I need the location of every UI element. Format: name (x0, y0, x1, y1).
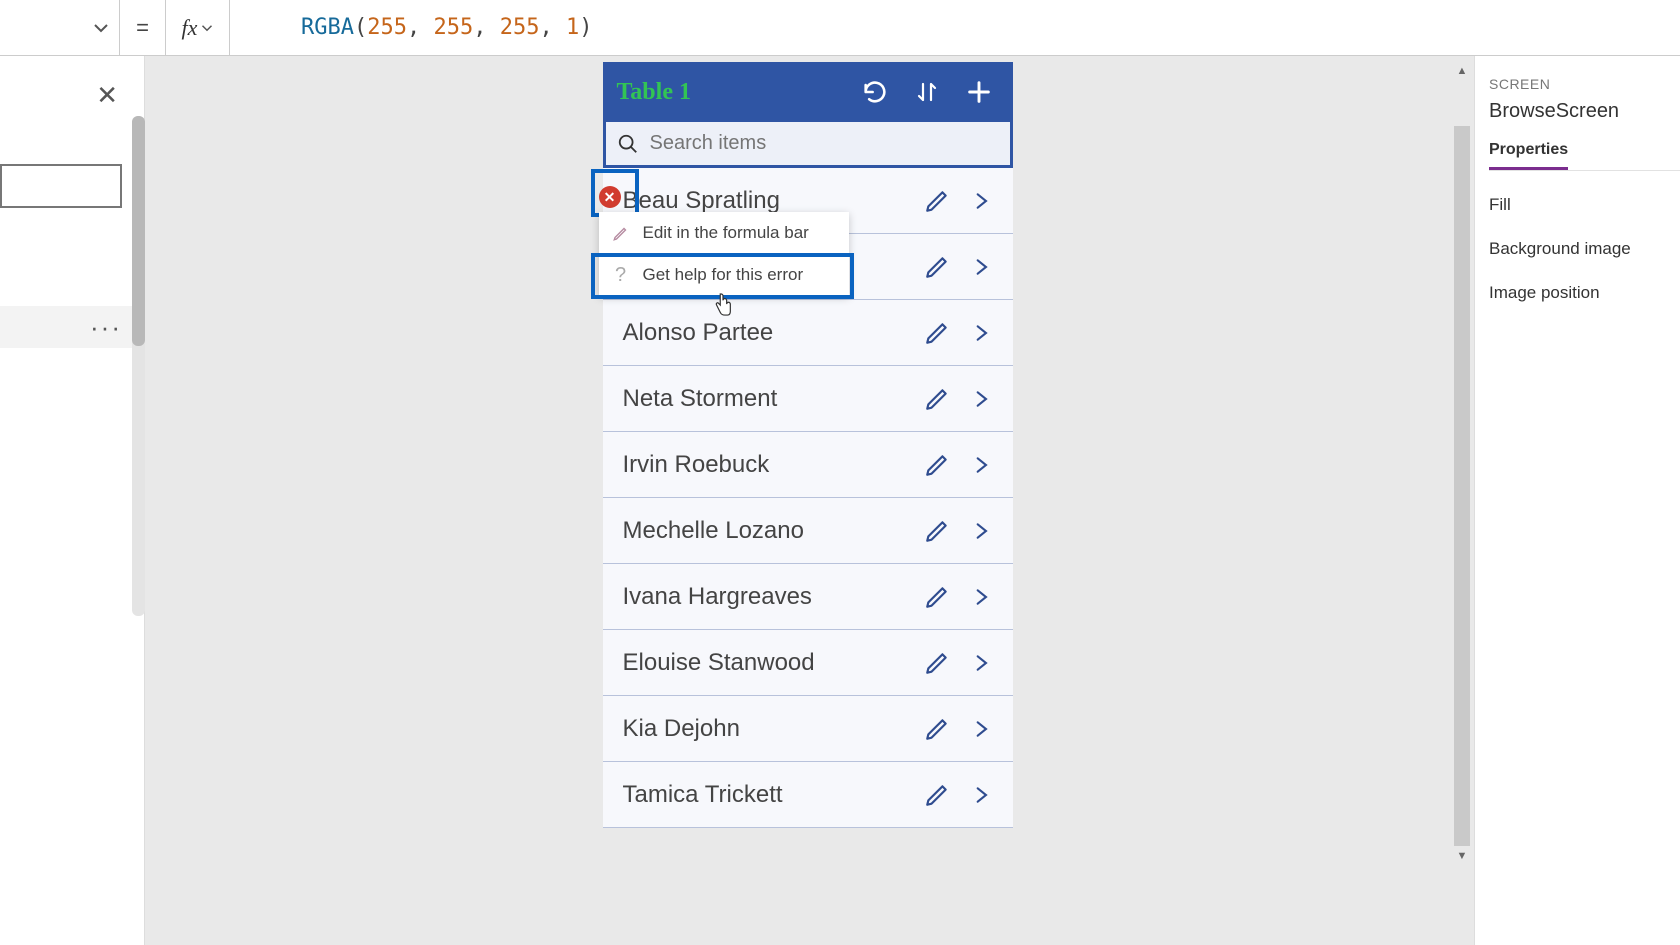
list-item-name: Tamica Trickett (623, 781, 915, 809)
list-item[interactable]: Alonso Partee (603, 300, 1013, 366)
prop-image-position[interactable]: Image position (1489, 283, 1680, 303)
search-input[interactable] (650, 132, 1010, 155)
list-item-name: Ivana Hargreaves (623, 583, 915, 611)
properties-panel: SCREEN BrowseScreen Properties Fill Back… (1474, 56, 1680, 945)
list-item-name: Alonso Partee (623, 319, 915, 347)
list-item-name: Elouise Stanwood (623, 649, 915, 677)
menu-edit-formula[interactable]: Edit in the formula bar (599, 212, 849, 254)
chevron-right-icon[interactable] (959, 311, 1003, 355)
chevron-right-icon[interactable] (959, 773, 1003, 817)
edit-icon[interactable] (915, 377, 959, 421)
edit-icon[interactable] (915, 707, 959, 751)
tree-view-panel: ✕ ··· (0, 56, 145, 945)
edit-icon[interactable] (915, 179, 959, 223)
error-context-menu: Edit in the formula bar ? Get help for t… (599, 212, 849, 296)
chevron-down-icon (201, 22, 213, 34)
equals-label: = (120, 0, 166, 56)
fx-button[interactable]: fx (166, 0, 230, 56)
sort-icon[interactable] (907, 72, 947, 112)
list-item[interactable]: Elouise Stanwood (603, 630, 1013, 696)
prop-background-image[interactable]: Background image (1489, 239, 1680, 259)
app-header: Table 1 (603, 62, 1013, 122)
canvas-area: ▲ ▼ Table 1 (145, 56, 1474, 945)
category-label: SCREEN (1489, 76, 1680, 92)
list-item-name: Irvin Roebuck (623, 451, 915, 479)
pencil-icon (611, 223, 631, 243)
scrollbar[interactable] (1454, 126, 1470, 846)
chevron-right-icon[interactable] (959, 707, 1003, 751)
scroll-up-icon[interactable]: ▲ (1454, 62, 1470, 80)
list-item[interactable]: Tamica Trickett (603, 762, 1013, 828)
search-icon (606, 133, 650, 155)
chevron-right-icon[interactable] (959, 377, 1003, 421)
edit-icon[interactable] (915, 641, 959, 685)
edit-icon[interactable] (915, 245, 959, 289)
list-item-name: Neta Storment (623, 385, 915, 413)
chevron-right-icon[interactable] (959, 641, 1003, 685)
list-item[interactable]: Mechelle Lozano (603, 498, 1013, 564)
app-title: Table 1 (617, 79, 843, 106)
question-icon: ? (611, 265, 631, 285)
close-icon[interactable]: ✕ (96, 80, 118, 111)
chevron-right-icon[interactable] (959, 443, 1003, 487)
more-icon[interactable]: ··· (90, 312, 122, 343)
chevron-right-icon[interactable] (959, 179, 1003, 223)
tab-properties[interactable]: Properties (1489, 141, 1568, 170)
chevron-right-icon[interactable] (959, 575, 1003, 619)
chevron-right-icon[interactable] (959, 509, 1003, 553)
property-dropdown[interactable] (0, 0, 120, 56)
error-badge-icon[interactable]: ✕ (599, 186, 621, 208)
list-item[interactable]: Kia Dejohn (603, 696, 1013, 762)
fx-label: fx (182, 15, 198, 41)
edit-icon[interactable] (915, 443, 959, 487)
tree-search-input[interactable] (0, 164, 122, 208)
prop-fill[interactable]: Fill (1489, 195, 1680, 215)
menu-item-label: Edit in the formula bar (643, 223, 809, 243)
edit-icon[interactable] (915, 311, 959, 355)
chevron-down-icon (93, 20, 109, 36)
menu-item-label: Get help for this error (643, 265, 804, 285)
list-item[interactable]: Ivana Hargreaves (603, 564, 1013, 630)
scrollbar[interactable] (132, 116, 145, 616)
edit-icon[interactable] (915, 773, 959, 817)
app-preview: Table 1 Beau S (375, 62, 1245, 916)
menu-get-help[interactable]: ? Get help for this error (599, 254, 849, 296)
list-item-name: Kia Dejohn (623, 715, 915, 743)
tree-item[interactable]: ··· (0, 306, 140, 348)
edit-icon[interactable] (915, 509, 959, 553)
scroll-down-icon[interactable]: ▼ (1454, 847, 1470, 865)
list-item[interactable]: Neta Storment (603, 366, 1013, 432)
refresh-icon[interactable] (855, 72, 895, 112)
chevron-right-icon[interactable] (959, 245, 1003, 289)
search-box[interactable] (603, 122, 1013, 168)
add-icon[interactable] (959, 72, 999, 112)
list-item[interactable]: Irvin Roebuck (603, 432, 1013, 498)
edit-icon[interactable] (915, 575, 959, 619)
formula-bar: = fx RGBA(255, 255, 255, 1) (0, 0, 1680, 56)
list-item-name: Mechelle Lozano (623, 517, 915, 545)
list-item-name: Beau Spratling (623, 187, 915, 215)
screen-name-label: BrowseScreen (1489, 100, 1680, 123)
